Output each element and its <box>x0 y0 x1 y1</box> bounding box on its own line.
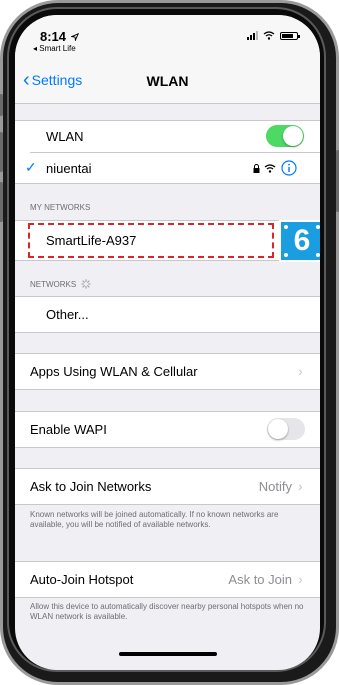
divider <box>15 597 320 598</box>
chevron-right-icon: › <box>298 363 303 379</box>
ask-to-join-value: Notify <box>258 479 292 494</box>
divider <box>15 260 320 261</box>
networks-header-text: NETWORKS <box>30 280 77 289</box>
step-badge: 6 <box>279 220 320 262</box>
wapi-toggle[interactable] <box>267 418 305 440</box>
divider <box>15 411 320 412</box>
badge-corner-dot <box>316 253 320 257</box>
status-icons <box>247 31 300 40</box>
divider <box>15 220 320 221</box>
ask-to-join-footer: Known networks will be joined automatica… <box>30 510 279 529</box>
divider <box>15 183 320 184</box>
side-button-volume-up <box>0 132 3 172</box>
badge-corner-dot <box>284 225 288 229</box>
enable-wapi-row: Enable WAPI <box>15 411 320 448</box>
wifi-signal-icon <box>264 164 276 173</box>
step-number: 6 <box>293 224 311 257</box>
auto-join-hotspot-footer: Allow this device to automatically disco… <box>30 602 304 621</box>
toggle-knob <box>283 126 303 146</box>
connected-network-row[interactable]: ✓ niuentai <box>15 153 320 184</box>
screen: 8:14 ◂ Smart Life ‹ Settings WLAN WLAN ✓… <box>15 15 320 670</box>
badge-corner-dot <box>316 225 320 229</box>
badge-corner-dot <box>284 253 288 257</box>
home-indicator[interactable] <box>119 652 217 656</box>
status-time-text: 8:14 <box>40 29 67 44</box>
other-network-label: Other... <box>46 307 89 322</box>
divider <box>15 296 320 297</box>
divider <box>15 353 320 354</box>
wlan-label: WLAN <box>46 129 84 144</box>
wlan-toggle[interactable] <box>266 125 304 147</box>
connected-network-name: niuentai <box>46 161 92 176</box>
side-button-mute <box>0 94 3 116</box>
info-icon[interactable] <box>281 160 297 176</box>
divider <box>15 332 320 333</box>
page-title: WLAN <box>146 73 189 89</box>
divider <box>15 120 320 121</box>
auto-join-hotspot-row[interactable]: Auto-Join Hotspot Ask to Join › <box>15 561 320 598</box>
divider <box>15 468 320 469</box>
status-time: 8:14 <box>40 29 79 44</box>
auto-join-hotspot-value: Ask to Join <box>228 572 292 587</box>
toggle-knob <box>268 419 288 439</box>
ask-to-join-label: Ask to Join Networks <box>30 479 152 494</box>
wlan-group: WLAN ✓ niuentai <box>15 120 320 184</box>
ask-to-join-row[interactable]: Ask to Join Networks Notify › <box>15 468 320 505</box>
auto-join-hotspot-label: Auto-Join Hotspot <box>30 572 134 587</box>
wifi-icon <box>263 31 275 40</box>
divider <box>15 504 320 505</box>
navigation-bar: ‹ Settings WLAN <box>15 59 320 104</box>
loading-spinner-icon <box>81 279 92 289</box>
checkmark-icon: ✓ <box>25 159 37 175</box>
battery-icon <box>280 31 300 40</box>
enable-wapi-label: Enable WAPI <box>30 422 107 437</box>
apps-using-wlan-label: Apps Using WLAN & Cellular <box>30 364 198 379</box>
divider <box>15 389 320 390</box>
divider <box>15 561 320 562</box>
location-arrow-icon <box>69 32 79 42</box>
chevron-right-icon: › <box>298 571 303 587</box>
other-network-row[interactable]: Other... <box>15 296 320 333</box>
cellular-signal-icon <box>247 31 258 40</box>
back-to-app-link[interactable]: ◂ Smart Life <box>33 44 76 53</box>
my-networks-header: MY NETWORKS <box>30 203 91 212</box>
side-button-volume-down <box>0 182 3 222</box>
lock-icon <box>253 164 260 173</box>
status-bar: 8:14 ◂ Smart Life <box>15 15 320 59</box>
highlight-box <box>28 223 274 258</box>
divider <box>15 447 320 448</box>
networks-header: NETWORKS <box>30 279 92 289</box>
apps-using-wlan-row[interactable]: Apps Using WLAN & Cellular › <box>15 353 320 390</box>
chevron-right-icon: › <box>298 478 303 494</box>
